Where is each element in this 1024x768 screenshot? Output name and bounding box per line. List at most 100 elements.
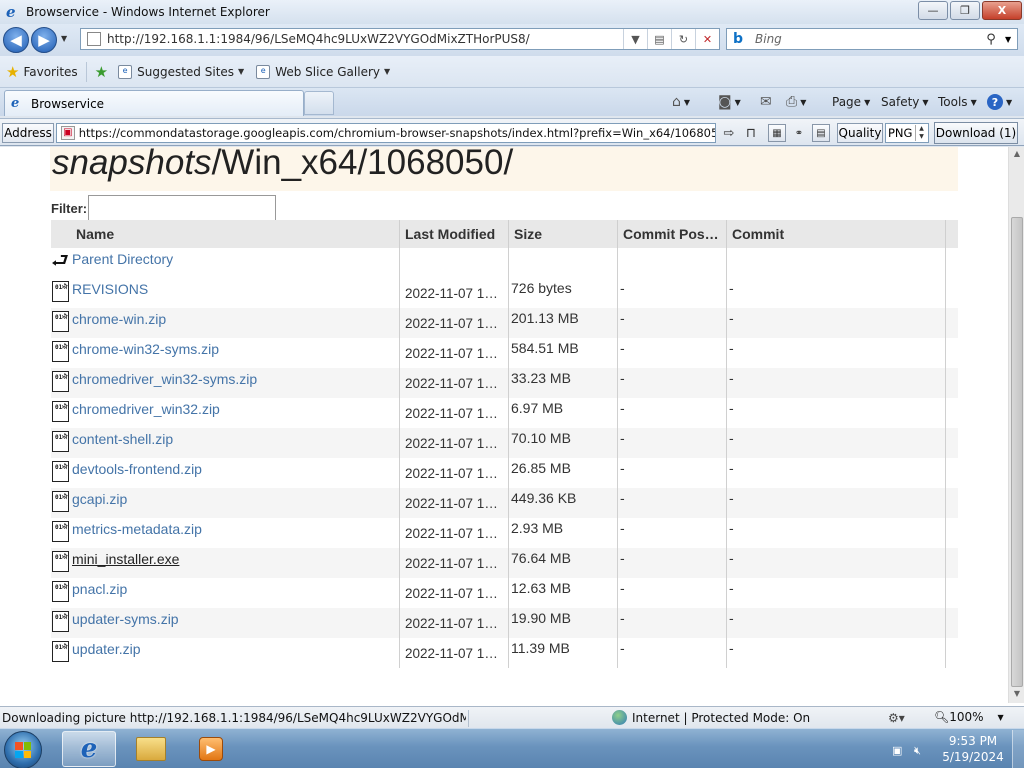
file-link[interactable]: updater.zip	[72, 641, 141, 657]
home-button[interactable]: ⌂ ▼	[672, 92, 690, 112]
address-field[interactable]: ▣ https://commondatastorage.googleapis.c…	[56, 123, 716, 143]
chevron-down-icon: ▼	[800, 97, 807, 107]
binary-file-icon	[51, 580, 71, 602]
new-tab-button[interactable]	[304, 91, 334, 115]
commit-cell: -	[727, 518, 946, 548]
favorites-divider	[85, 61, 87, 82]
search-options-icon[interactable]: ▼	[1005, 35, 1017, 44]
bookmark-icon[interactable]: ⊓	[742, 124, 760, 142]
column-size[interactable]: Size	[509, 220, 618, 248]
size-cell: 726 bytes	[509, 278, 618, 308]
show-desktop-button[interactable]	[1012, 730, 1024, 768]
file-link[interactable]: REVISIONS	[72, 281, 148, 297]
suggested-sites-link[interactable]: e Suggested Sites ▼	[112, 61, 250, 83]
minimize-button[interactable]: —	[918, 1, 948, 20]
modified-cell	[400, 248, 509, 278]
search-box[interactable]: b Bing ⚲ ▼	[726, 28, 1018, 50]
column-last-modified[interactable]: Last Modified	[400, 220, 509, 248]
chevron-down-icon: ▼	[238, 67, 245, 76]
table-row: REVISIONS2022-11-07 1…726 bytes--	[51, 278, 958, 308]
tools-menu[interactable]: Tools ▼	[938, 92, 977, 112]
search-placeholder[interactable]: Bing	[755, 32, 977, 46]
download-button[interactable]: Download (1)	[934, 122, 1018, 144]
find-icon[interactable]: ▦	[768, 124, 786, 142]
size-cell: 2.93 MB	[509, 518, 618, 548]
back-button[interactable]: ◀	[3, 27, 29, 53]
scroll-up-icon[interactable]: ▲	[1011, 149, 1023, 161]
file-link[interactable]: pnacl.zip	[72, 581, 127, 597]
status-text: Downloading picture http://192.168.1.1:1…	[2, 711, 466, 725]
binary-file-icon	[51, 520, 71, 542]
print-button[interactable]: ⎙ ▼	[786, 92, 806, 112]
feeds-button[interactable]: ◙ ▼	[718, 92, 741, 112]
scroll-down-icon[interactable]: ▼	[1011, 689, 1023, 701]
start-button[interactable]	[4, 731, 42, 768]
url-text[interactable]: http://192.168.1.1:1984/96/LSeMQ4hc9LUxW…	[107, 32, 623, 46]
history-dropdown-icon[interactable]: ▼	[61, 34, 71, 46]
tab-browservice[interactable]: e Browservice	[4, 90, 304, 116]
binoculars-icon[interactable]: ⚭	[790, 124, 808, 142]
restore-button[interactable]: ❐	[950, 1, 980, 20]
commit-position-cell: -	[618, 428, 727, 458]
file-link[interactable]: chromedriver_win32-syms.zip	[72, 371, 257, 387]
vertical-scrollbar[interactable]: ▲ ▼	[1008, 147, 1024, 703]
column-commit-position[interactable]: Commit Pos…	[618, 220, 727, 248]
name-cell: devtools-frontend.zip	[51, 458, 400, 488]
page-menu[interactable]: Page ▼	[832, 92, 870, 112]
add-to-favorites-bar-button[interactable]: ★	[89, 61, 112, 83]
taskbar-internet-explorer[interactable]: e	[62, 731, 116, 767]
scrollbar-thumb[interactable]	[1011, 217, 1023, 687]
url-bar[interactable]: http://192.168.1.1:1984/96/LSeMQ4hc9LUxW…	[80, 28, 720, 50]
clock[interactable]: 9:53 PM 5/19/2024	[940, 733, 1006, 765]
safety-menu[interactable]: Safety ▼	[881, 92, 929, 112]
file-link[interactable]: devtools-frontend.zip	[72, 461, 202, 477]
clock-time: 9:53 PM	[948, 734, 998, 748]
modified-cell: 2022-11-07 1…	[400, 488, 509, 518]
security-zone[interactable]: Internet | Protected Mode: On	[612, 710, 810, 725]
column-commit[interactable]: Commit	[727, 220, 946, 248]
taskbar-media-player[interactable]: ▶	[184, 731, 238, 767]
favorites-button[interactable]: ★ Favorites	[0, 61, 84, 83]
file-link[interactable]: chromedriver_win32.zip	[72, 401, 220, 417]
file-link[interactable]: content-shell.zip	[72, 431, 173, 447]
file-link[interactable]: updater-syms.zip	[72, 611, 179, 627]
binary-file-icon	[51, 640, 71, 662]
forward-button[interactable]: ▶	[31, 27, 57, 53]
protected-mode-icon[interactable]: ⚙▾	[888, 711, 905, 725]
quality-select[interactable]: PNG ▲ ▼	[885, 123, 929, 143]
file-link[interactable]: mini_installer.exe	[72, 551, 179, 567]
read-mail-button[interactable]: ✉	[760, 92, 772, 112]
commit-cell: -	[727, 458, 946, 488]
chevron-down-icon: ▼	[734, 97, 741, 107]
commit-position-cell: -	[618, 308, 727, 338]
window-controls: — ❐ X	[916, 1, 1022, 20]
table-header: Name Last Modified Size Commit Pos… Comm…	[51, 220, 958, 248]
network-icon[interactable]: ▣	[892, 744, 906, 758]
taskbar-file-explorer[interactable]	[124, 731, 178, 767]
column-name[interactable]: Name	[51, 220, 400, 248]
clipboard-icon[interactable]: ▤	[812, 124, 830, 142]
file-link[interactable]: gcapi.zip	[72, 491, 127, 507]
spinner-icon[interactable]: ▲ ▼	[915, 125, 927, 141]
search-icon[interactable]: ⚲	[977, 32, 1005, 47]
file-link[interactable]: chrome-win.zip	[72, 311, 166, 327]
go-arrow-icon[interactable]: ⇨	[720, 124, 738, 142]
filter-input[interactable]	[88, 195, 277, 221]
refresh-icon[interactable]: ↻	[671, 29, 695, 49]
modified-cell: 2022-11-07 1…	[400, 608, 509, 638]
web-slice-gallery-link[interactable]: e Web Slice Gallery ▼	[250, 61, 396, 83]
name-cell: chrome-win.zip	[51, 308, 400, 338]
volume-muted-icon[interactable]: 🔇︎	[914, 744, 928, 758]
compatibility-view-icon[interactable]: ▤	[647, 29, 671, 49]
ie-page-icon: e	[256, 64, 271, 79]
url-dropdown-icon[interactable]: ▼	[623, 29, 647, 49]
close-button[interactable]: X	[982, 1, 1022, 20]
parent-directory-link[interactable]: Parent Directory	[72, 251, 173, 267]
zoom-control[interactable]: 🔍︎ 100% ▼	[934, 710, 1004, 724]
address-text[interactable]: https://commondatastorage.googleapis.com…	[79, 126, 715, 140]
help-menu[interactable]: ? ▼	[987, 92, 1012, 112]
file-link[interactable]: chrome-win32-syms.zip	[72, 341, 219, 357]
stop-icon[interactable]: ✕	[695, 29, 719, 49]
navigation-bar: ◀ ▶ ▼ http://192.168.1.1:1984/96/LSeMQ4h…	[0, 24, 1024, 56]
file-link[interactable]: metrics-metadata.zip	[72, 521, 202, 537]
